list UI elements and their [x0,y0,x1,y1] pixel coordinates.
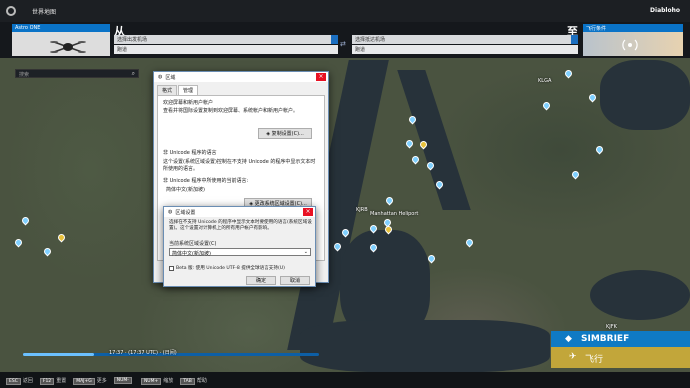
bottom-key-bar: ESC 返回 F12 重置 MAJ+G 更多 NUM- NUM+ 缩放 TAB 帮助 [0,372,690,388]
sound [600,60,690,130]
welcome-text: 查看并将国际设置复制到欢迎屏幕、系统帐户和新用户帐户。 [163,108,299,114]
region-settings-titlebar: ◍ 区域设置 [164,207,315,217]
locale-select-value: 简体中文(新加坡) [172,251,211,257]
search-icon: ⌕ [131,70,135,77]
map-pin[interactable] [13,237,24,248]
map-pin[interactable] [20,215,31,226]
arrival-airport-select[interactable]: 选择抵达机场 [352,35,578,44]
map-pin[interactable] [42,246,53,257]
cancel-button[interactable]: 取消 [280,276,310,285]
hint-zoom-out[interactable]: NUM- [113,377,134,384]
globe-icon: ◍ [168,209,173,215]
map-pin[interactable] [587,92,598,103]
drone-icon [50,41,86,53]
departure-runway-select[interactable]: 跑道 [114,45,338,54]
globe-icon: ◍ [158,74,163,80]
current-language-value: 简体中文(新加坡) [166,187,205,193]
copy-settings-button[interactable]: ◈ 复制设置(C)... [258,128,312,139]
lower-bay [300,320,550,372]
arrival-runway-select[interactable]: 跑道 [352,45,578,54]
time-fill [23,353,95,356]
hint-back-label: 返回 [22,377,33,384]
time-readout: 17:37 · (17:37 UTC) · (日间) [109,350,177,356]
simbrief-button[interactable]: ◆ SIMBRIEF [551,331,690,347]
unicode-text: 这个设置(系统区域设置)控制在不支持 Unicode 的程序中显示文本时所使用的… [163,159,316,172]
map-label-klga: KLGA [538,78,552,84]
region-settings-dialog: ◍ 区域设置 × 选择在不支持 Unicode 的程序中显示文本时要使用的语言(… [163,206,316,287]
region-tabs: 格式 管理 [154,82,328,95]
map-pin[interactable] [570,169,581,180]
plane-icon: ✈ [569,352,577,362]
welcome-heading: 欢迎屏幕和新用户帐户 [163,100,214,106]
region-settings-title: 区域设置 [175,209,196,216]
tab-administrative[interactable]: 管理 [178,85,199,95]
unicode-heading: 非 Unicode 程序的语言 [163,150,217,156]
hint-reset-label: 重置 [56,377,67,384]
flight-conditions-card[interactable]: 飞行条件 [583,24,683,56]
search-placeholder: 搜索 [19,72,30,78]
hint-back[interactable]: ESC 返回 [6,377,33,385]
chevron-down-icon: ⌄ [303,249,308,255]
locale-description: 选择在不支持 Unicode 的程序中显示文本时要使用的语言(系统区域设置)。这… [169,220,312,231]
username[interactable]: Diabloho [650,7,680,14]
swap-icon[interactable]: ⇄ [340,40,348,48]
current-language-label: 非 Unicode 程序中所使用的当前语言: [163,178,249,184]
locale-select[interactable]: 简体中文(新加坡) ⌄ [169,248,311,257]
beta-utf8-label: Beta 版: 使用 Unicode UTF-8 提供全球语言支持(U) [176,266,285,271]
map-pin[interactable] [410,154,421,165]
hint-more[interactable]: MAJ+G 更多 [73,377,107,385]
top-bar: 世界地图 Diabloho [0,0,690,22]
close-icon[interactable]: × [303,208,313,216]
hint-help[interactable]: TAB 帮助 [180,377,207,385]
hint-help-label: 帮助 [196,377,207,384]
map-pin[interactable] [404,138,415,149]
map-label-heliport: Manhattan Heliport [370,211,419,217]
shield-icon: ◈ [266,131,271,137]
key-f12: F12 [39,377,55,385]
key-num-plus: NUM+ [140,377,162,385]
time-slider[interactable]: 17:37 · (17:37 UTC) · (日间) [23,349,319,359]
jamaica-bay [590,270,690,320]
ok-button[interactable]: 确定 [246,276,276,285]
gear-icon[interactable] [6,6,16,16]
fly-button[interactable]: ✈ 飞行 [551,347,690,368]
key-esc: ESC [6,377,21,385]
key-maj-g: MAJ+G [73,377,95,385]
map-pin[interactable] [384,195,395,206]
departure-airport-select[interactable]: 选择出发机场 [114,35,338,44]
aircraft-label: Astro ONE [12,24,110,32]
locale-label: 当前系统区域设置(C) [169,241,217,247]
beta-utf8-checkbox[interactable] [169,266,174,271]
tab-formats[interactable]: 格式 [157,85,178,95]
hint-zoom[interactable]: NUM+ 缩放 [140,377,174,385]
key-num-minus: NUM- [113,377,132,384]
map-pin[interactable] [541,100,552,111]
copy-settings-label: 复制设置(C)... [271,131,304,137]
hint-zoom-label: 缩放 [163,377,174,384]
aircraft-card[interactable]: Astro ONE [12,24,110,56]
search-input[interactable]: 搜索 ⌕ [15,69,139,78]
simbrief-label: SIMBRIEF [581,334,630,344]
radio-signal-icon [622,39,638,51]
hint-more-label: 更多 [96,377,107,384]
hint-reset[interactable]: F12 重置 [39,377,67,385]
key-tab: TAB [180,377,195,385]
region-dialog-title: 区域 [165,74,176,81]
map-pin-yellow[interactable] [56,232,67,243]
map-label-kjrb: KJRB [356,207,368,213]
flight-conditions-label: 飞行条件 [583,24,683,32]
tag-icon: ◆ [565,334,572,344]
region-dialog-titlebar: ◍ 区域 [154,72,328,82]
map-pin[interactable] [464,237,475,248]
page-title: 世界地图 [32,9,57,16]
fly-label: 飞行 [585,355,604,365]
map-pin[interactable] [594,144,605,155]
map-pin[interactable] [563,68,574,79]
close-icon[interactable]: × [316,73,326,81]
map-label-kjfk: KJFK [606,324,617,330]
